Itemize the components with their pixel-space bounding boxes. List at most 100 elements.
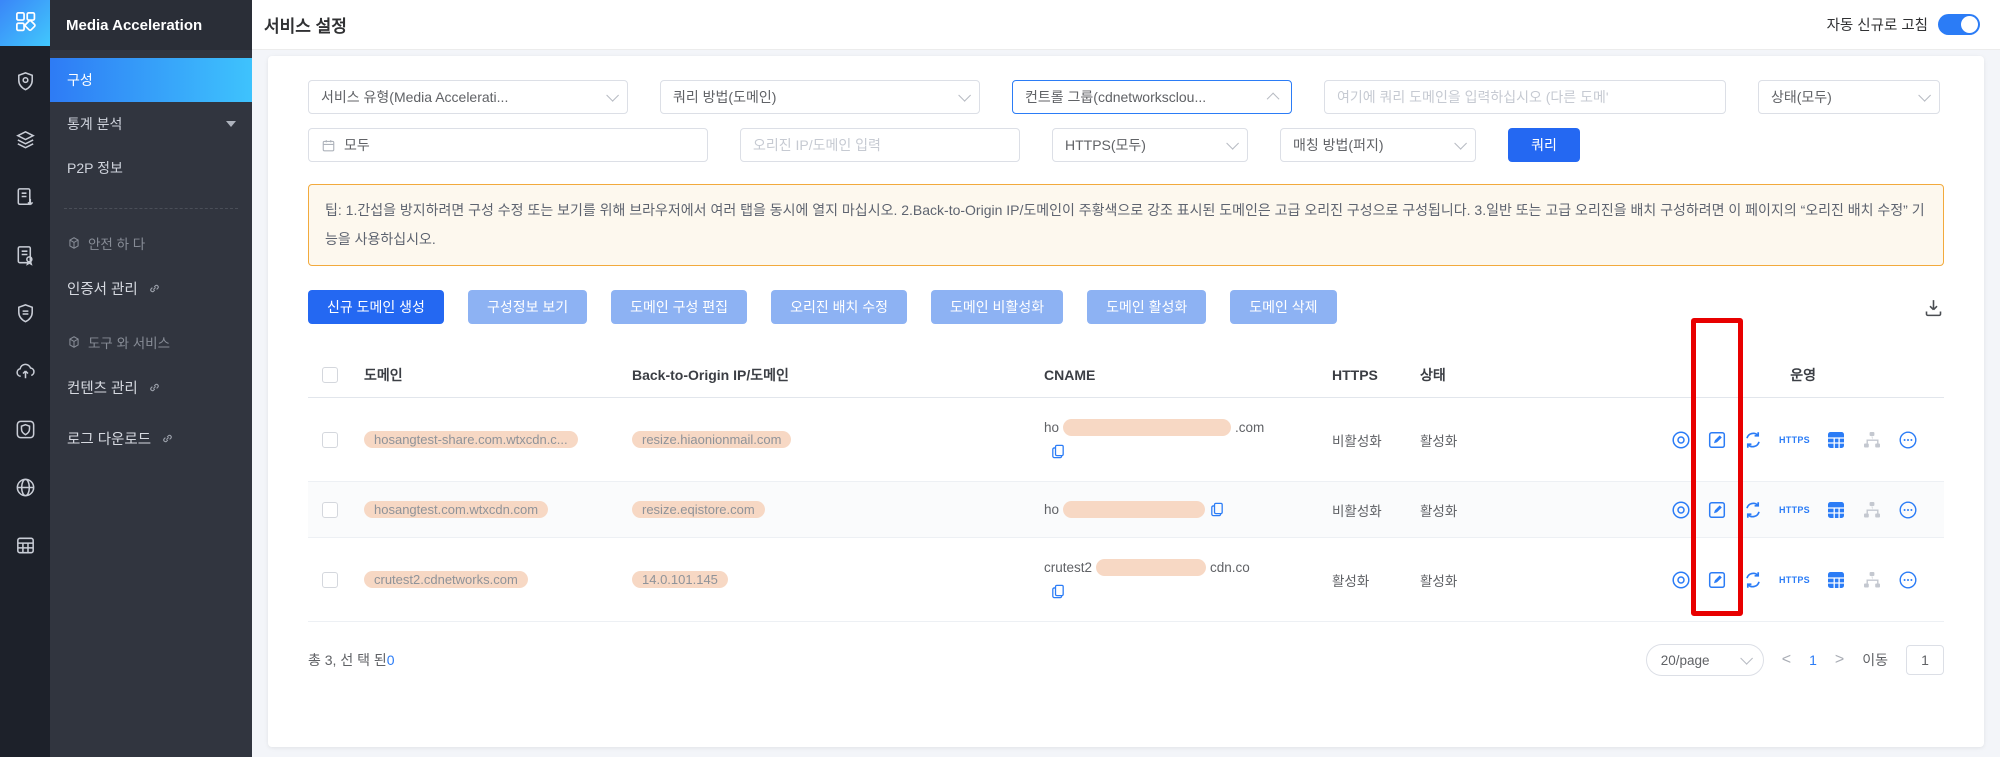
row-checkbox[interactable] (322, 431, 338, 448)
sidebar-item-statistics[interactable]: 통계 분석 (50, 102, 252, 146)
row-edit-button[interactable] (1707, 430, 1727, 450)
sidebar-item-content-management[interactable]: 컨텐츠 관리 (50, 362, 252, 413)
section-label: 안전 하 다 (88, 237, 146, 252)
row-sync-button[interactable] (1743, 570, 1763, 590)
row-sitemap-button[interactable] (1862, 570, 1882, 590)
rail-item-media-acceleration[interactable] (0, 0, 50, 46)
row-sitemap-button[interactable] (1862, 430, 1882, 450)
chevron-down-icon (1226, 136, 1239, 150)
col-https: HTTPS (1332, 366, 1378, 383)
sidebar-item-label: 컨텐츠 관리 (67, 381, 138, 397)
domain-cell-redacted: hosangtest.com.wtxcdn.com (364, 501, 549, 518)
match-method-select[interactable]: 매칭 방법(퍼지) (1280, 128, 1476, 162)
row-config-grid-button[interactable] (1826, 570, 1846, 590)
sidebar-product-title: Media Acceleration (50, 0, 252, 50)
row-view-button[interactable] (1671, 430, 1691, 450)
prev-page-button[interactable]: < (1782, 651, 1791, 669)
row-more-button[interactable] (1898, 500, 1918, 520)
row-view-button[interactable] (1671, 500, 1691, 520)
page-size-select[interactable]: 20/page (1645, 644, 1764, 676)
modify-origin-batch-button[interactable]: 오리진 배치 수정 (771, 290, 908, 324)
row-https-button[interactable]: HTTPS (1779, 435, 1810, 445)
sidebar-section-tools: 도구 와 서비스 (50, 322, 252, 362)
https-select[interactable]: HTTPS(모두) (1052, 128, 1248, 162)
select-all-checkbox[interactable] (322, 366, 338, 383)
download-list-button[interactable] (1923, 297, 1944, 318)
chevron-down-icon (958, 88, 971, 102)
select-value: 20/page (1660, 652, 1710, 668)
row-config-grid-button[interactable] (1826, 500, 1846, 520)
row-https-button[interactable]: HTTPS (1779, 505, 1810, 515)
icon-rail (0, 0, 50, 757)
rail-item-calculator[interactable] (0, 524, 50, 570)
cname-cell: crutest2 cdn.co (1044, 559, 1332, 600)
create-domain-button[interactable]: 신규 도메인 생성 (308, 290, 444, 324)
external-link-icon (163, 434, 172, 443)
service-type-select[interactable]: 서비스 유형(Media Accelerati... (308, 80, 628, 114)
filter-row-1: 서비스 유형(Media Accelerati... 쿼리 방법(도메인) 컨트… (308, 80, 1944, 114)
sidebar-item-p2p-info[interactable]: P2P 정보 (50, 146, 252, 190)
query-domain-input[interactable] (1324, 80, 1726, 114)
page-title: 서비스 설정 (264, 17, 347, 36)
control-group-select[interactable]: 컨트롤 그룹(cdnetworksclou... (1012, 80, 1292, 114)
view-config-button[interactable]: 구성정보 보기 (467, 290, 588, 324)
page-header: 서비스 설정 자동 신규로 고침 (252, 0, 2000, 50)
row-sync-button[interactable] (1743, 500, 1763, 520)
origin-ip-input[interactable] (740, 128, 1020, 162)
row-checkbox[interactable] (322, 571, 338, 588)
row-view-button[interactable] (1671, 570, 1691, 590)
cube-icon (69, 336, 79, 348)
date-range-select[interactable]: 모두 (308, 128, 708, 162)
rail-item-layers[interactable] (0, 118, 50, 164)
row-sync-button[interactable] (1743, 430, 1763, 450)
table-row: hosangtest-share.com.wtxcdn.c... resize.… (308, 398, 1944, 482)
status-cell: 활성화 (1420, 573, 1458, 589)
query-method-select[interactable]: 쿼리 방법(도메인) (660, 80, 980, 114)
sidebar-item-configuration[interactable]: 구성 (50, 58, 252, 102)
current-page[interactable]: 1 (1809, 652, 1817, 668)
query-button[interactable]: 쿼리 (1508, 128, 1580, 162)
status-cell: 활성화 (1420, 433, 1458, 449)
rail-item-shield-list[interactable] (0, 292, 50, 338)
row-more-button[interactable] (1898, 430, 1918, 450)
table-row: crutest2.cdnetworks.com 14.0.101.145 cru… (308, 538, 1944, 622)
rail-item-dns[interactable] (0, 466, 50, 512)
row-config-grid-button[interactable] (1826, 430, 1846, 450)
row-sitemap-button[interactable] (1862, 500, 1882, 520)
edit-domain-config-button[interactable]: 도메인 구성 편집 (611, 290, 748, 324)
delete-domain-button[interactable]: 도메인 삭제 (1230, 290, 1337, 324)
rail-item-shield-box[interactable] (0, 408, 50, 454)
copy-cname-button[interactable] (1209, 501, 1226, 518)
chevron-down-icon (1918, 88, 1931, 102)
select-value: 서비스 유형(Media Accelerati... (321, 89, 509, 105)
row-edit-button[interactable] (1707, 500, 1727, 520)
chevron-down-icon (226, 121, 236, 127)
copy-cname-button[interactable] (1050, 583, 1067, 600)
copy-cname-button[interactable] (1050, 443, 1067, 460)
origin-cell-redacted: resize.eqistore.com (632, 501, 765, 518)
row-edit-button[interactable] (1707, 570, 1727, 590)
rail-item-cloud-upload[interactable] (0, 350, 50, 396)
row-checkbox[interactable] (322, 501, 338, 518)
row-https-button[interactable]: HTTPS (1779, 575, 1810, 585)
goto-page-input[interactable] (1906, 645, 1944, 675)
disable-domain-button[interactable]: 도메인 비활성화 (931, 290, 1064, 324)
sidebar-item-log-download[interactable]: 로그 다운로드 (50, 413, 252, 464)
sidebar-item-certificate-management[interactable]: 인증서 관리 (50, 263, 252, 314)
rail-item-log-export[interactable] (0, 176, 50, 222)
download-icon (1925, 299, 1942, 316)
rail-item-certificate[interactable] (0, 234, 50, 280)
next-page-button[interactable]: > (1835, 651, 1844, 669)
tip-banner: 팁: 1.간섭을 방지하려면 구성 수정 또는 보기를 위해 브라우저에서 여러… (308, 184, 1944, 266)
cname-redaction (1096, 559, 1207, 576)
status-select[interactable]: 상태(모두) (1758, 80, 1940, 114)
shield-pin-icon (14, 70, 37, 96)
auto-refresh-toggle[interactable] (1938, 14, 1980, 35)
enable-domain-button[interactable]: 도메인 활성화 (1087, 290, 1207, 324)
sidebar-item-label: 로그 다운로드 (67, 432, 152, 448)
row-more-button[interactable] (1898, 570, 1918, 590)
col-domain: 도메인 (364, 366, 403, 383)
filter-row-2: 모두 HTTPS(모두) 매칭 방법(퍼지) 쿼리 (308, 128, 1944, 162)
rail-item-security[interactable] (0, 60, 50, 106)
app-window: Media Acceleration 구성 통계 분석 P2P 정보 안전 하 … (0, 0, 2000, 757)
